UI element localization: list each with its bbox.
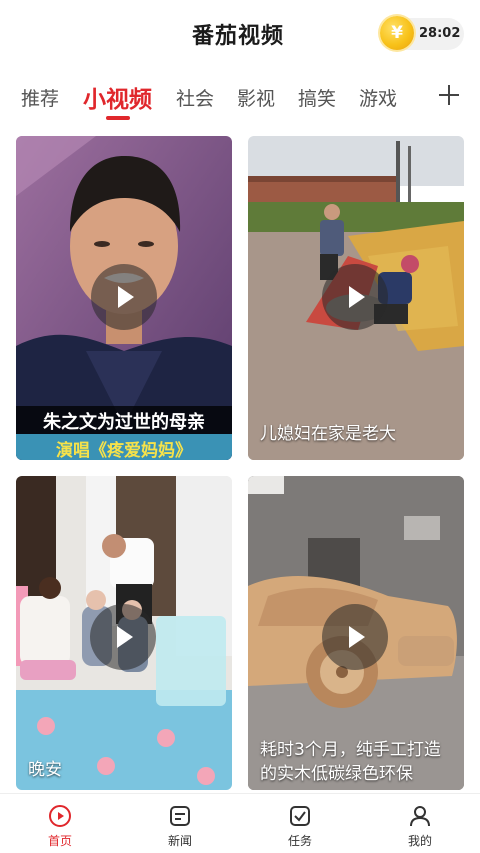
video-caption: 晚安 <box>28 760 62 780</box>
tab-film[interactable]: 影视 <box>237 84 275 111</box>
nav-tasks[interactable]: 任务 <box>240 794 360 853</box>
active-tab-indicator <box>106 116 130 120</box>
video-caption: 儿媳妇在家是老大 <box>260 424 396 444</box>
video-card[interactable]: 儿媳妇在家是老大 <box>248 136 464 460</box>
nav-news[interactable]: 新闻 <box>120 794 240 853</box>
video-card[interactable]: 晚安 <box>16 476 232 790</box>
tab-funny[interactable]: 搞笑 <box>298 84 336 111</box>
timer-text: 28:02 <box>419 26 461 41</box>
video-caption: 耗时3个月，纯手工打造的实木低碳绿色环保 <box>260 740 441 784</box>
tab-short-video[interactable]: 小视频 <box>83 80 152 114</box>
profile-icon <box>410 806 430 827</box>
video-card[interactable]: 耗时3个月，纯手工打造的实木低碳绿色环保 <box>248 476 464 790</box>
play-button-icon[interactable] <box>322 604 388 670</box>
play-button-icon[interactable] <box>91 264 157 330</box>
coin-icon: ¥ <box>380 16 414 50</box>
play-button-icon[interactable] <box>322 264 388 330</box>
news-icon <box>170 806 190 826</box>
nav-tasks-label: 任务 <box>287 834 312 848</box>
coin-timer-badge[interactable]: ¥ 28:02 <box>380 16 464 50</box>
nav-home[interactable]: 首页 <box>0 794 120 853</box>
video-subtitle-line1: 朱之文为过世的母亲 <box>43 412 205 433</box>
add-channel-plus-icon[interactable] <box>438 84 460 106</box>
video-subtitle-line2: 演唱《疼爱妈妈》 <box>56 441 192 460</box>
video-card[interactable]: 朱之文为过世的母亲 演唱《疼爱妈妈》 <box>16 136 232 460</box>
task-check-icon <box>290 806 310 826</box>
play-button-icon[interactable] <box>90 604 156 670</box>
tab-games[interactable]: 游戏 <box>359 84 397 111</box>
top-header: 番茄视频 ¥ 28:02 <box>0 0 480 68</box>
play-circle-icon <box>49 805 71 827</box>
tab-recommend[interactable]: 推荐 <box>21 84 59 111</box>
nav-news-label: 新闻 <box>167 834 192 848</box>
nav-home-label: 首页 <box>47 834 72 848</box>
nav-profile-label: 我的 <box>407 834 432 848</box>
tab-society[interactable]: 社会 <box>176 84 214 111</box>
category-tabs: 推荐 小视频 社会 影视 搞笑 游戏 <box>0 68 480 120</box>
bottom-navigation: 首页 新闻 任务 我的 <box>0 793 480 853</box>
nav-profile[interactable]: 我的 <box>360 794 480 853</box>
